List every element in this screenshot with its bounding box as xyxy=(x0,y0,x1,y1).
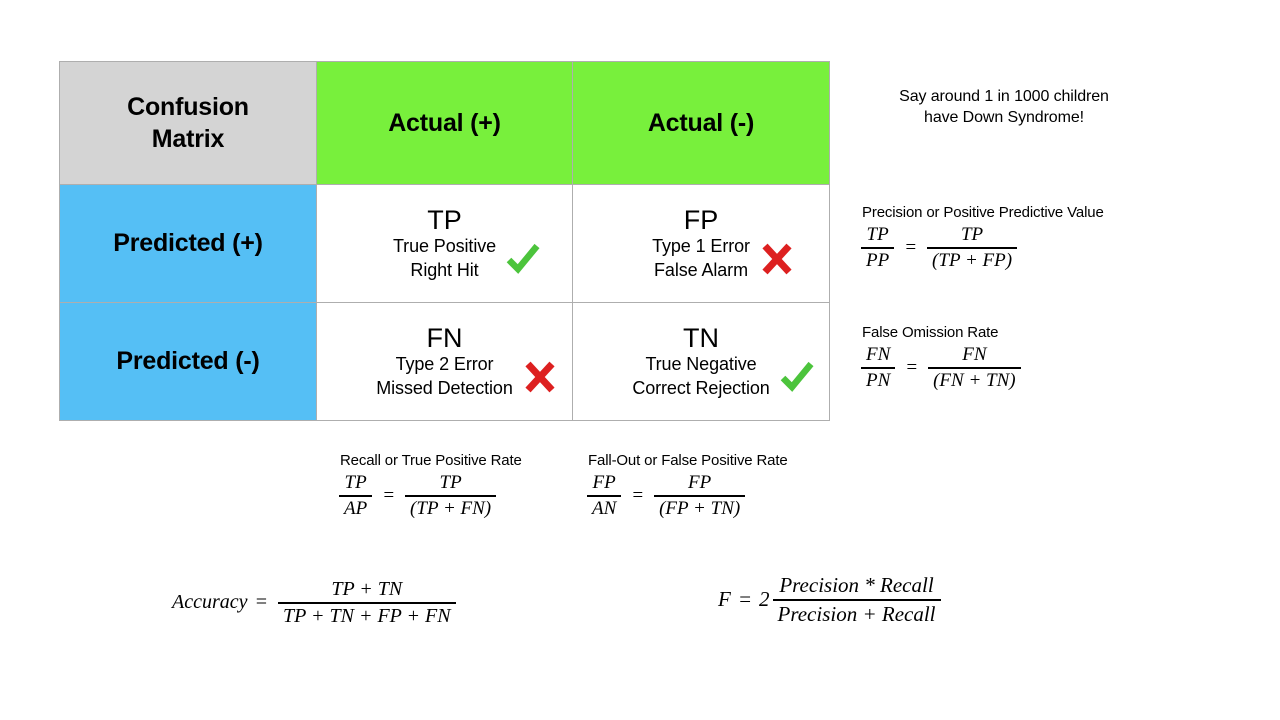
formula-fall-out: FP AN = FP (FP + TN) xyxy=(584,472,748,520)
formula-recall-lhs-denominator: AP xyxy=(344,497,368,519)
formula-fall-out-rhs-numerator: FP xyxy=(688,472,712,493)
column-header-actual-positive-label: Actual (+) xyxy=(388,108,501,137)
formula-f-score-fraction: Precision * Recall Precision + Recall xyxy=(772,573,941,627)
formula-recall-lhs-numerator: TP xyxy=(344,472,367,493)
cell-true-negative-line-2: Correct Rejection xyxy=(632,377,770,398)
formula-fall-out-rhs: FP (FP + TN) xyxy=(654,472,746,520)
cell-true-positive-abbr: TP xyxy=(427,204,462,235)
formula-false-omission-rate-rhs: FN (FN + TN) xyxy=(928,344,1021,392)
row-header-predicted-positive-label: Predicted (+) xyxy=(113,229,263,257)
cell-false-negative: FN Type 2 Error Missed Detection xyxy=(316,302,573,421)
formula-accuracy-denominator: TP + TN + FP + FN xyxy=(283,604,451,627)
row-header-predicted-negative-label: Predicted (-) xyxy=(116,347,260,375)
down-syndrome-note: Say around 1 in 1000 children have Down … xyxy=(856,86,1152,129)
formula-f-score-name: F xyxy=(718,587,731,612)
matrix-title-cell: Confusion Matrix xyxy=(59,61,317,185)
check-mark-icon xyxy=(780,360,814,394)
formula-precision-rhs: TP (TP + FP) xyxy=(927,224,1018,272)
formula-precision-lhs: TP PP xyxy=(861,224,895,272)
cell-false-negative-abbr: FN xyxy=(426,322,463,353)
cell-false-negative-content: FN Type 2 Error Missed Detection xyxy=(376,322,555,401)
cell-false-positive-line-1: Type 1 Error xyxy=(652,235,750,256)
down-syndrome-note-line-2: have Down Syndrome! xyxy=(924,109,1084,127)
formula-fall-out-lhs-denominator: AN xyxy=(592,497,617,519)
cross-mark-icon xyxy=(760,242,794,276)
formula-accuracy-fraction: TP + TN TP + TN + FP + FN xyxy=(278,578,456,628)
cell-true-negative-content: TN True Negative Correct Rejection xyxy=(632,322,814,401)
formula-recall-rhs-numerator: TP xyxy=(439,472,462,493)
formula-recall-rhs: TP (TP + FN) xyxy=(405,472,497,520)
formula-false-omission-rate-lhs: FN PN xyxy=(861,344,896,392)
column-header-actual-positive: Actual (+) xyxy=(316,61,573,185)
formula-f-score: F = 2 Precision * Recall Precision + Rec… xyxy=(718,573,944,627)
confusion-matrix-table: Confusion Matrix Actual (+) Actual (-) P… xyxy=(59,61,830,421)
column-header-actual-negative-label: Actual (-) xyxy=(647,108,755,137)
formula-accuracy: Accuracy = TP + TN TP + TN + FP + FN xyxy=(172,578,459,628)
cell-true-positive-line-1: True Positive xyxy=(392,235,497,256)
formula-false-omission-rate-lhs-numerator: FN xyxy=(866,344,891,365)
formula-precision-rhs-denominator: (TP + FP) xyxy=(932,249,1013,271)
formula-accuracy-numerator: TP + TN xyxy=(331,578,403,600)
metric-label-precision: Precision or Positive Predictive Value xyxy=(862,204,1104,221)
cell-false-positive-content: FP Type 1 Error False Alarm xyxy=(652,204,792,283)
down-syndrome-note-line-1: Say around 1 in 1000 children xyxy=(899,88,1109,105)
formula-f-score-denominator: Precision + Recall xyxy=(777,601,936,626)
cell-false-positive-abbr: FP xyxy=(683,204,719,235)
formula-false-omission-rate-lhs-denominator: PN xyxy=(866,369,891,391)
cell-true-negative-abbr: TN xyxy=(682,322,719,353)
check-mark-icon xyxy=(506,242,540,276)
formula-fall-out-equals: = xyxy=(631,484,645,506)
cell-true-negative: TN True Negative Correct Rejection xyxy=(572,302,830,421)
formula-precision: TP PP = TP (TP + FP) xyxy=(858,224,1020,272)
metric-label-recall: Recall or True Positive Rate xyxy=(340,452,522,469)
formula-accuracy-name: Accuracy xyxy=(172,591,248,614)
formula-precision-rhs-numerator: TP xyxy=(960,224,984,245)
formula-precision-equals: = xyxy=(904,236,918,258)
formula-false-omission-rate-rhs-numerator: FN xyxy=(962,344,987,365)
cell-false-negative-line-1: Type 2 Error xyxy=(395,353,494,374)
column-header-actual-negative: Actual (-) xyxy=(572,61,830,185)
formula-false-omission-rate: FN PN = FN (FN + TN) xyxy=(858,344,1024,392)
formula-recall: TP AP = TP (TP + FN) xyxy=(336,472,499,520)
cell-false-negative-line-2: Missed Detection xyxy=(376,377,513,398)
formula-fall-out-lhs: FP AN xyxy=(587,472,622,520)
metric-label-false-omission-rate: False Omission Rate xyxy=(862,324,999,341)
formula-accuracy-equals: = xyxy=(254,591,269,614)
matrix-title-line-1: Confusion xyxy=(127,93,249,121)
formula-fall-out-rhs-denominator: (FP + TN) xyxy=(659,497,741,519)
cell-true-positive: TP True Positive Right Hit xyxy=(316,184,573,303)
formula-fall-out-lhs-numerator: FP xyxy=(592,472,616,493)
table-row: Predicted (-) FN Type 2 Error Missed Det… xyxy=(59,302,830,421)
formula-recall-equals: = xyxy=(382,484,396,506)
cell-true-positive-content: TP True Positive Right Hit xyxy=(392,204,540,283)
table-header-row: Confusion Matrix Actual (+) Actual (-) xyxy=(59,61,830,185)
formula-false-omission-rate-equals: = xyxy=(905,356,919,378)
formula-f-score-numerator: Precision * Recall xyxy=(779,573,934,597)
formula-f-score-coefficient: 2 xyxy=(759,587,770,612)
formula-precision-lhs-denominator: PP xyxy=(866,249,890,271)
formula-false-omission-rate-rhs-denominator: (FN + TN) xyxy=(933,369,1016,391)
cell-true-negative-line-1: True Negative xyxy=(645,353,757,374)
cross-mark-icon xyxy=(523,360,557,394)
matrix-title-line-2: Matrix xyxy=(151,125,225,153)
formula-f-score-equals: = xyxy=(737,587,752,612)
cell-true-positive-line-2: Right Hit xyxy=(410,259,479,280)
row-header-predicted-negative: Predicted (-) xyxy=(59,302,317,421)
table-row: Predicted (+) TP True Positive Right Hit xyxy=(59,184,830,303)
formula-recall-rhs-denominator: (TP + FN) xyxy=(410,497,492,519)
cell-false-positive: FP Type 1 Error False Alarm xyxy=(572,184,830,303)
metric-label-fall-out: Fall-Out or False Positive Rate xyxy=(588,452,788,469)
formula-precision-lhs-numerator: TP xyxy=(866,224,889,245)
formula-recall-lhs: TP AP xyxy=(339,472,373,520)
cell-false-positive-line-2: False Alarm xyxy=(654,259,748,280)
row-header-predicted-positive: Predicted (+) xyxy=(59,184,317,303)
